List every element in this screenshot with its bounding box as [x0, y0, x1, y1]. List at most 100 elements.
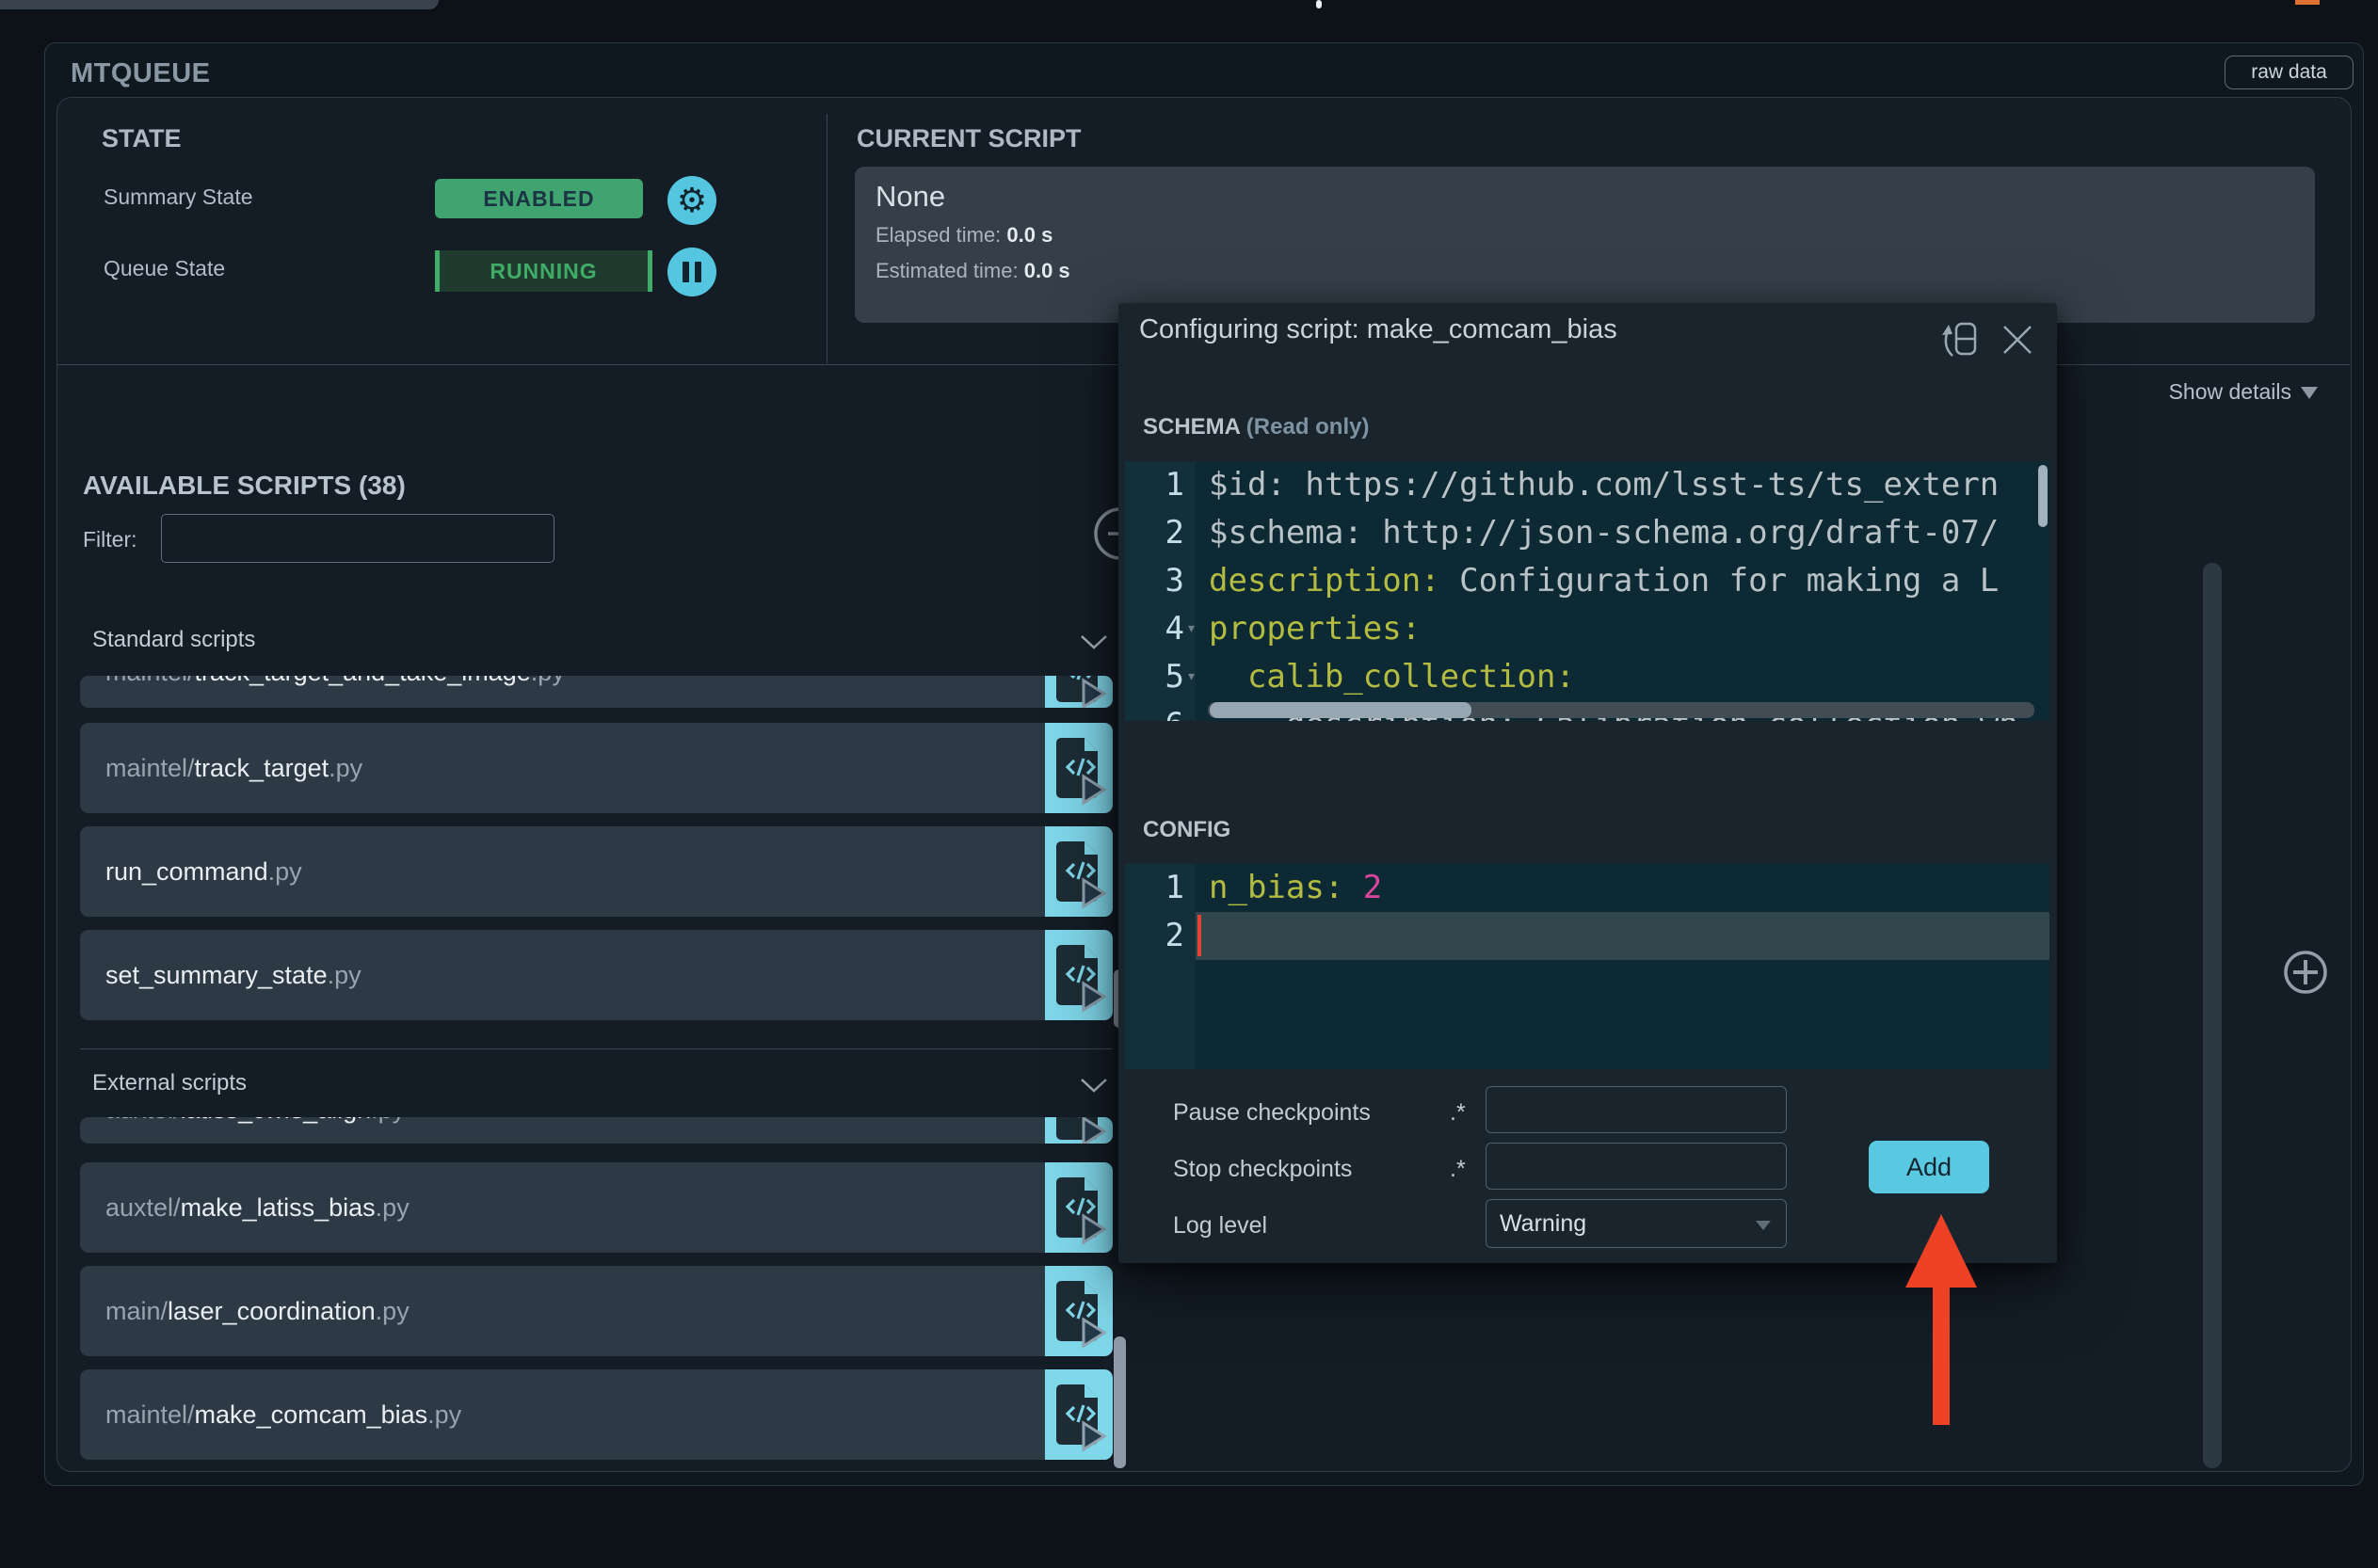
config-code-editor[interactable]: 1 n_bias: 2 2	[1125, 864, 2049, 1069]
pause-icon	[695, 262, 701, 282]
line-number: 2	[1125, 912, 1196, 960]
script-group-header[interactable]: Standard scripts	[71, 627, 1127, 655]
fold-caret-icon[interactable]: ▾	[1188, 653, 1195, 701]
schema-label: SCHEMA (Read only)	[1143, 414, 1369, 440]
code-text: properties:	[1209, 610, 1422, 648]
code-line: 3 description: Configuration for making a…	[1125, 557, 2049, 605]
browser-artifact-dot	[1316, 0, 1322, 8]
line-number: 4 ▾	[1125, 605, 1196, 653]
external-scripts-scrollbar[interactable]	[1114, 1336, 1126, 1468]
group-collapse-chevron[interactable]	[1080, 1078, 1108, 1097]
code-text: description: Configuration for making a …	[1209, 562, 2000, 600]
code-text: calib_collection:	[1209, 658, 1575, 696]
code-text: $schema: http://json-schema.org/draft-07…	[1209, 514, 2000, 552]
launch-script-button[interactable]	[1045, 1162, 1113, 1253]
schema-code-editor[interactable]: 1 $id: https://github.com/lsst-ts/ts_exte…	[1125, 461, 2049, 721]
clipped-script-row[interactable]: maintel/track_target_and_take_image.py	[80, 676, 1113, 708]
script-group-label: External scripts	[92, 1070, 248, 1096]
show-details-label: Show details	[2168, 379, 2291, 404]
raw-data-button[interactable]: raw data	[2225, 56, 2354, 89]
script-group-label: Standard scripts	[92, 627, 256, 652]
current-script-title: CURRENT SCRIPT	[857, 124, 1082, 152]
pause-queue-button[interactable]	[667, 248, 716, 296]
script-name: maintel/track_target_and_take_image.py	[80, 676, 1113, 708]
script-list-item[interactable]: maintel/track_target_and_take_image.py	[80, 676, 1113, 708]
pause-checkpoints-input[interactable]	[1486, 1086, 1787, 1133]
dropdown-caret-icon	[1756, 1221, 1771, 1230]
elapsed-time: Elapsed time: 0.0 s	[876, 223, 1052, 248]
text-cursor	[1197, 915, 1201, 956]
line-number: 5 ▾	[1125, 653, 1196, 701]
state-section-title: STATE	[102, 124, 182, 152]
script-list-item[interactable]: maintel/track_target.py	[80, 723, 1113, 813]
show-details-toggle[interactable]: Show details	[2107, 379, 2318, 405]
script-list-item[interactable]: maintel/make_comcam_bias.py	[80, 1369, 1113, 1460]
dialog-title: Configuring script: make_comcam_bias	[1139, 314, 1617, 344]
line-number: 3	[1125, 557, 1196, 605]
add-block-icon[interactable]	[2282, 949, 2329, 996]
launch-script-button[interactable]	[1045, 826, 1113, 917]
stop-checkpoints-label: Stop checkpoints	[1173, 1156, 1353, 1182]
code-text: n_bias: 2	[1209, 869, 1383, 906]
log-level-label: Log level	[1173, 1212, 1268, 1239]
browser-artifact-tab	[0, 0, 439, 9]
code-line: 4 ▾ properties:	[1125, 605, 2049, 653]
add-script-button[interactable]: Add	[1869, 1141, 1989, 1193]
script-list-item[interactable]: auxtel/latiss_cwfs_align.py	[80, 1117, 1113, 1144]
code-line: 1 n_bias: 2	[1125, 864, 2049, 912]
file-code-play-icon	[1056, 841, 1107, 909]
elapsed-time-value: 0.0 s	[1006, 223, 1053, 247]
stop-checkpoints-input[interactable]	[1486, 1143, 1787, 1190]
code-text: $id: https://github.com/lsst-ts/ts_exter…	[1209, 466, 2000, 504]
script-list-item[interactable]: main/laser_coordination.py	[80, 1266, 1113, 1356]
summary-state-label: Summary State	[104, 184, 253, 209]
script-list-item[interactable]: run_command.py	[80, 826, 1113, 917]
script-list-item[interactable]: auxtel/make_latiss_bias.py	[80, 1162, 1113, 1253]
filter-label: Filter:	[83, 527, 137, 552]
group-divider	[80, 1048, 1113, 1049]
close-icon[interactable]	[2000, 322, 2035, 358]
group-collapse-chevron[interactable]	[1080, 634, 1108, 654]
script-name: auxtel/latiss_cwfs_align.py	[80, 1117, 1113, 1144]
schema-horizontal-scrollbar[interactable]	[1208, 702, 2034, 718]
schema-horizontal-scrollbar-thumb[interactable]	[1210, 702, 1471, 718]
configure-script-dialog: Configuring script: make_comcam_bias SCH…	[1118, 303, 2057, 1263]
file-code-play-icon	[1056, 945, 1107, 1013]
mtqueue-screen: MTQUEUE raw data STATE Summary State ENA…	[0, 0, 2378, 1568]
launch-script-button[interactable]	[1045, 1117, 1113, 1144]
file-code-play-icon	[1056, 1117, 1107, 1144]
launch-script-button[interactable]	[1045, 676, 1113, 708]
script-list: Standard scripts maintel/track_target_and…	[71, 585, 1127, 1460]
launch-script-button[interactable]	[1045, 1266, 1113, 1356]
file-code-play-icon	[1056, 676, 1107, 708]
estimated-time: Estimated time: 0.0 s	[876, 259, 1070, 283]
fold-caret-icon[interactable]: ▾	[1188, 701, 1195, 721]
script-name: auxtel/make_latiss_bias.py	[105, 1193, 410, 1222]
filter-input[interactable]	[161, 514, 554, 563]
detach-panel-icon[interactable]	[1939, 318, 1981, 361]
fold-caret-icon[interactable]: ▾	[1188, 605, 1195, 653]
queue-scrollbar-track[interactable]	[2203, 563, 2222, 1468]
script-name: maintel/make_comcam_bias.py	[105, 1400, 462, 1429]
current-script-panel: None Elapsed time: 0.0 s Estimated time:…	[855, 167, 2315, 323]
log-level-select[interactable]: Warning	[1486, 1199, 1787, 1248]
code-line: 2 $schema: http://json-schema.org/draft-0…	[1125, 509, 2049, 557]
summary-state-badge: ENABLED	[435, 179, 643, 218]
gear-icon: ⚙	[676, 181, 708, 220]
script-group-header[interactable]: External scripts	[71, 1070, 1127, 1098]
line-number: 2	[1125, 509, 1196, 557]
schema-vertical-scrollbar[interactable]	[2038, 465, 2048, 527]
queue-state-badge: RUNNING	[435, 250, 652, 292]
annotation-arrow	[1905, 1214, 1977, 1425]
script-list-item[interactable]: set_summary_state.py	[80, 930, 1113, 1020]
script-name: set_summary_state.py	[105, 961, 362, 989]
pause-icon	[683, 262, 689, 282]
file-code-play-icon	[1056, 1281, 1107, 1349]
launch-script-button[interactable]	[1045, 723, 1113, 813]
code-line: 5 ▾ calib_collection:	[1125, 653, 2049, 701]
launch-script-button[interactable]	[1045, 930, 1113, 1020]
launch-script-button[interactable]	[1045, 1369, 1113, 1460]
summary-state-settings-button[interactable]: ⚙	[667, 176, 716, 225]
clipped-script-row[interactable]: auxtel/latiss_cwfs_align.py	[80, 1117, 1113, 1144]
pause-checkpoints-regex: .*	[1450, 1099, 1466, 1126]
